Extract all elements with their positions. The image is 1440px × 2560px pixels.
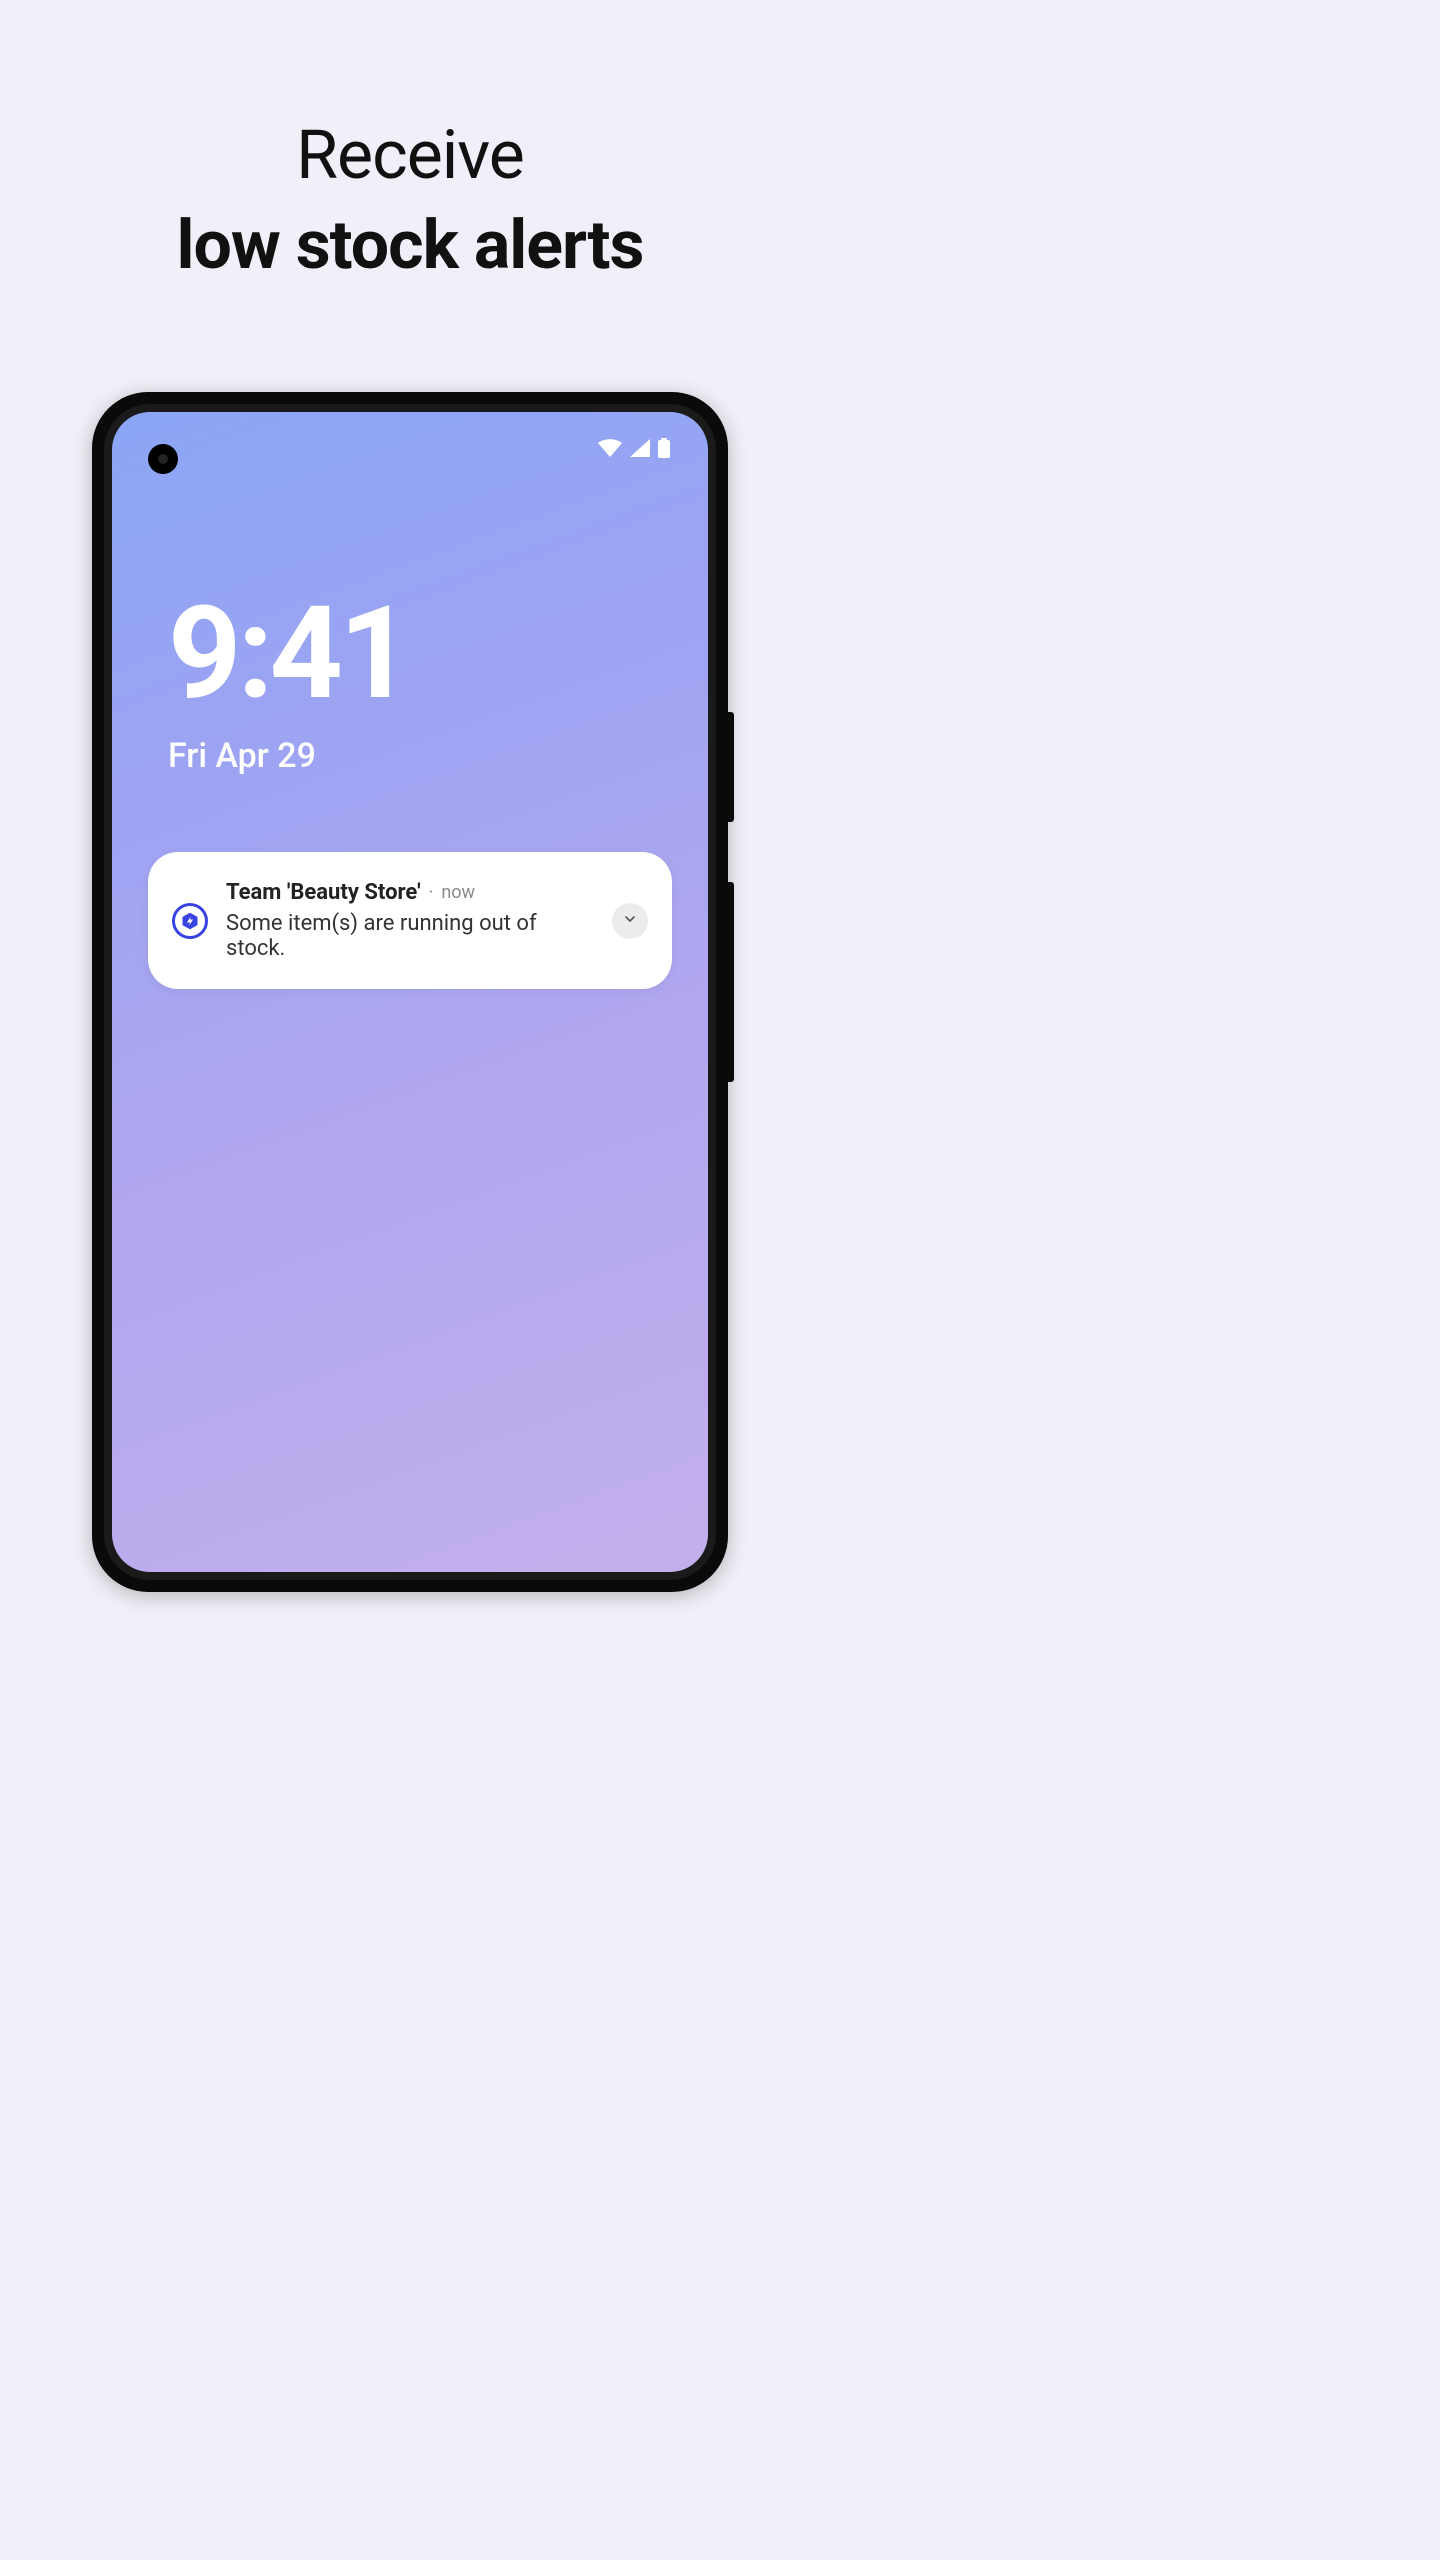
phone-frame: 9:41 Fri Apr 29 Team 'Beauty Store' · no… [92,392,728,1592]
notification-title: Team 'Beauty Store' [226,880,421,905]
phone-volume-button [728,882,734,1082]
phone-screen: 9:41 Fri Apr 29 Team 'Beauty Store' · no… [112,412,708,1572]
wifi-icon [598,439,622,457]
notification-card[interactable]: Team 'Beauty Store' · now Some item(s) a… [148,852,672,989]
notification-expand-button[interactable] [612,903,648,939]
battery-icon [658,438,670,458]
notification-content: Team 'Beauty Store' · now Some item(s) a… [226,880,594,961]
notification-time: now [441,882,475,903]
lockscreen-clock: 9:41 Fri Apr 29 [168,590,408,776]
app-icon [172,903,208,939]
camera-punchhole [148,444,178,474]
promo-headline: Receive low stock alerts [0,0,820,285]
headline-line1: Receive [0,115,820,195]
notification-body: Some item(s) are running out of stock. [226,911,594,961]
phone-power-button [728,712,734,822]
headline-line2: low stock alerts [0,205,820,285]
notification-separator: · [429,884,434,902]
status-bar [598,438,670,458]
chevron-down-icon [622,911,638,931]
lockscreen-date: Fri Apr 29 [168,736,408,776]
cellular-icon [630,439,650,457]
lockscreen-time: 9:41 [168,590,408,718]
